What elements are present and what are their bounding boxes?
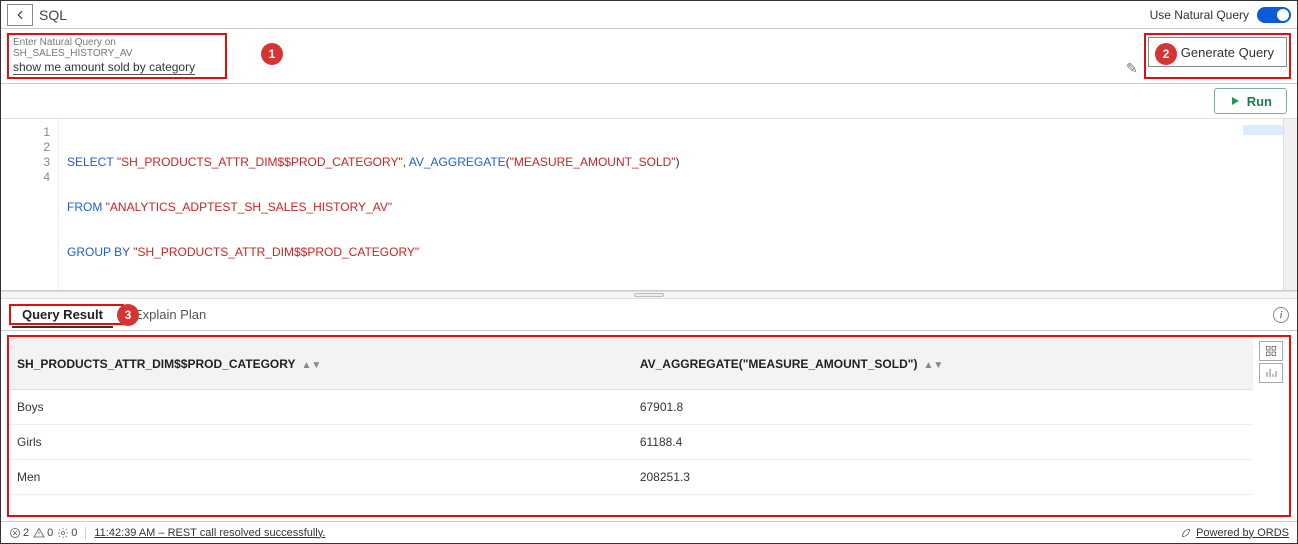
- sql-editor[interactable]: 1 2 3 4 SELECT "SH_PRODUCTS_ATTR_DIM$$PR…: [1, 119, 1297, 291]
- natural-query-toggle[interactable]: [1257, 7, 1291, 23]
- sort-icon[interactable]: ▲▼: [301, 363, 321, 368]
- status-info[interactable]: 0: [57, 527, 77, 539]
- tab-query-result[interactable]: Query Result: [12, 303, 113, 328]
- table-row[interactable]: Men208251.3: [9, 460, 1253, 495]
- annotation-badge-2: 2: [1155, 43, 1177, 65]
- splitter-handle[interactable]: [634, 293, 664, 297]
- arrow-left-icon: [13, 8, 27, 22]
- sql-worksheet-app: SQL Use Natural Query Enter Natural Quer…: [0, 0, 1298, 544]
- grid-icon: [1265, 345, 1277, 357]
- natural-query-toggle-label: Use Natural Query: [1150, 8, 1249, 22]
- results-header-row: SH_PRODUCTS_ATTR_DIM$$PROD_CATEGORY▲▼ AV…: [9, 337, 1253, 390]
- info-icon[interactable]: i: [1273, 307, 1289, 323]
- results-highlight: SH_PRODUCTS_ATTR_DIM$$PROD_CATEGORY▲▼ AV…: [7, 335, 1291, 517]
- page-title: SQL: [39, 7, 67, 23]
- code-area[interactable]: SELECT "SH_PRODUCTS_ATTR_DIM$$PROD_CATEG…: [59, 119, 1283, 290]
- annotation-badge-1: 1: [261, 43, 283, 65]
- chart-view-button[interactable]: [1259, 363, 1283, 383]
- grid-view-button[interactable]: [1259, 341, 1283, 361]
- table-row[interactable]: Girls61188.4: [9, 425, 1253, 460]
- play-icon: [1229, 95, 1241, 107]
- minimap[interactable]: [1243, 125, 1283, 135]
- status-errors[interactable]: 2: [9, 527, 29, 539]
- run-button[interactable]: Run: [1214, 88, 1287, 114]
- edit-icon[interactable]: ✎: [1126, 60, 1138, 77]
- table-row[interactable]: Boys67901.8: [9, 390, 1253, 425]
- results-tabs: Query Result 3 Explain Plan i: [1, 299, 1297, 331]
- error-icon: [9, 527, 21, 539]
- annotation-badge-3: 3: [117, 304, 139, 326]
- natural-query-input[interactable]: show me amount sold by category: [13, 60, 195, 75]
- generate-query-label: Generate Query: [1181, 45, 1274, 60]
- action-row: Run: [1, 84, 1297, 119]
- results-view-toggle: [1253, 337, 1289, 515]
- back-button[interactable]: [7, 4, 33, 26]
- topbar: SQL Use Natural Query: [1, 1, 1297, 29]
- sort-icon[interactable]: ▲▼: [923, 363, 943, 368]
- status-bar: 2 0 0 11:42:39 AM – REST call resolved s…: [1, 521, 1297, 543]
- warning-icon: [33, 527, 45, 539]
- status-warnings[interactable]: 0: [33, 527, 53, 539]
- run-button-label: Run: [1247, 94, 1272, 109]
- rocket-icon: [1180, 527, 1192, 539]
- natural-query-input-highlight: Enter Natural Query on SH_SALES_HISTORY_…: [7, 33, 227, 79]
- splitter[interactable]: [1, 291, 1297, 299]
- col-header-category[interactable]: SH_PRODUCTS_ATTR_DIM$$PROD_CATEGORY▲▼: [9, 337, 632, 390]
- powered-by-link[interactable]: Powered by ORDS: [1180, 527, 1289, 539]
- results-table: SH_PRODUCTS_ATTR_DIM$$PROD_CATEGORY▲▼ AV…: [9, 337, 1253, 495]
- query-result-tab-highlight: Query Result: [9, 304, 124, 325]
- chart-icon: [1265, 367, 1277, 379]
- natural-query-caption: Enter Natural Query on SH_SALES_HISTORY_…: [13, 37, 221, 59]
- editor-scrollbar[interactable]: [1283, 119, 1297, 290]
- results-panel: SH_PRODUCTS_ATTR_DIM$$PROD_CATEGORY▲▼ AV…: [9, 337, 1253, 515]
- gear-icon: [57, 527, 69, 539]
- col-header-amount[interactable]: AV_AGGREGATE("MEASURE_AMOUNT_SOLD")▲▼: [632, 337, 1253, 390]
- status-message[interactable]: 11:42:39 AM – REST call resolved success…: [94, 527, 325, 539]
- natural-query-row: Enter Natural Query on SH_SALES_HISTORY_…: [1, 29, 1297, 84]
- line-gutter: 1 2 3 4: [1, 119, 59, 290]
